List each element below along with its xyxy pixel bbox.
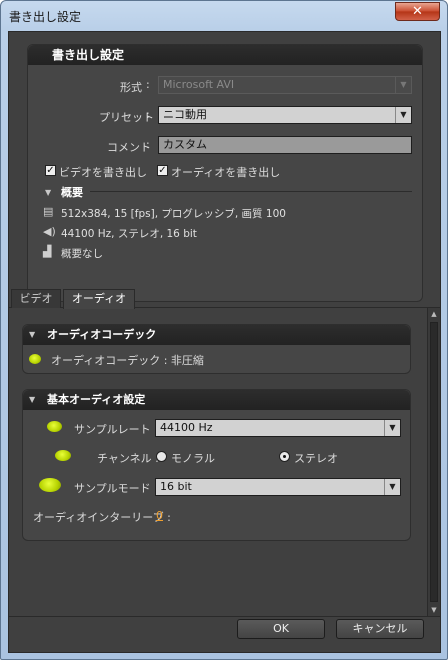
- sample-rate-label: サンプルレート :: [74, 423, 158, 436]
- export-audio-checkbox[interactable]: ✓: [157, 165, 168, 176]
- audio-codec-panel: ▼ オーディオコーデック オーディオコーデック : 非圧縮: [22, 324, 411, 374]
- export-video-label: ビデオを書き出し: [59, 166, 147, 179]
- channels-label: チャンネル :: [97, 452, 159, 465]
- export-settings-header: 書き出し設定: [28, 45, 422, 65]
- basic-audio-header: ▼ 基本オーディオ設定: [23, 390, 410, 410]
- mono-radio[interactable]: [156, 451, 167, 462]
- help-blob-icon: [29, 354, 41, 364]
- summary-divider: [90, 191, 412, 192]
- export-audio-label: オーディオを書き出し: [171, 166, 281, 179]
- close-button[interactable]: ✕: [395, 2, 440, 21]
- chart-bars-icon: ▟: [43, 245, 52, 258]
- comment-colon: :: [146, 138, 150, 151]
- stereo-radio[interactable]: [279, 451, 290, 462]
- chevron-down-icon: ▼: [384, 420, 400, 436]
- scrollbar-thumb[interactable]: [430, 322, 438, 602]
- export-video-checkbox[interactable]: ✓: [45, 165, 56, 176]
- format-dropdown[interactable]: Microsoft AVI ▼: [158, 76, 412, 94]
- dialog-client-area: 書き出し設定 形式 : Microsoft AVI ▼ プリセット : ニコ動用…: [8, 31, 441, 653]
- comment-field[interactable]: カスタム: [158, 136, 412, 154]
- tab-video[interactable]: ビデオ: [11, 289, 61, 308]
- audio-codec-header: ▼ オーディオコーデック: [23, 325, 410, 345]
- chevron-down-icon: ▼: [384, 479, 400, 495]
- summary-none-text: 概要なし: [61, 248, 103, 260]
- help-blob-icon: [47, 421, 62, 432]
- summary-audio-text: 44100 Hz, ステレオ, 16 bit: [61, 228, 197, 240]
- comment-label: コメント: [107, 141, 151, 154]
- basic-audio-title: 基本オーディオ設定: [47, 393, 146, 406]
- summary-collapse-icon[interactable]: ▼: [45, 188, 51, 197]
- mono-label: モノラル: [171, 452, 215, 465]
- tab-audio[interactable]: オーディオ: [63, 289, 135, 309]
- format-colon: :: [146, 78, 150, 91]
- export-settings-panel: 書き出し設定 形式 : Microsoft AVI ▼ プリセット : ニコ動用…: [27, 44, 423, 302]
- summary-title: 概要: [61, 186, 83, 199]
- tab-bar: ビデオ オーディオ: [9, 286, 440, 309]
- scroll-down-icon[interactable]: ▼: [428, 604, 440, 616]
- sample-rate-value: 44100 Hz: [160, 421, 213, 434]
- stereo-label: ステレオ: [294, 452, 338, 465]
- preset-value: ニコ動用: [163, 108, 207, 121]
- sample-rate-dropdown[interactable]: 44100 Hz ▼: [155, 419, 401, 437]
- help-blob-icon: [39, 478, 61, 492]
- ok-button[interactable]: OK: [237, 619, 325, 639]
- preset-colon: :: [146, 108, 150, 121]
- audio-codec-title: オーディオコーデック: [47, 328, 157, 341]
- cancel-button[interactable]: キャンセル: [336, 619, 424, 639]
- summary-video-text: 512x384, 15 [fps], プログレッシブ, 画質 100: [61, 208, 286, 220]
- footer-divider: [9, 616, 440, 617]
- sample-mode-dropdown[interactable]: 16 bit ▼: [155, 478, 401, 496]
- dialog-window: 書き出し設定 ✕ 書き出し設定 形式 : Microsoft AVI ▼ プリセ…: [0, 0, 448, 660]
- collapse-icon[interactable]: ▼: [29, 325, 35, 345]
- chevron-down-icon: ▼: [395, 77, 411, 93]
- interleave-value[interactable]: 0: [156, 509, 163, 522]
- speaker-icon: ◀): [43, 225, 56, 238]
- scroll-up-icon[interactable]: ▲: [428, 308, 440, 320]
- vertical-scrollbar[interactable]: ▲ ▼: [427, 308, 440, 616]
- basic-audio-panel: ▼ 基本オーディオ設定 サンプルレート : 44100 Hz ▼ チャンネル :…: [22, 389, 411, 541]
- sample-mode-value: 16 bit: [160, 480, 192, 493]
- preset-dropdown[interactable]: ニコ動用 ▼: [158, 106, 412, 124]
- format-value: Microsoft AVI: [163, 78, 235, 91]
- chevron-down-icon: ▼: [395, 107, 411, 123]
- audio-codec-text: オーディオコーデック : 非圧縮: [51, 354, 204, 367]
- help-blob-icon: [55, 450, 71, 461]
- collapse-icon[interactable]: ▼: [29, 390, 35, 410]
- film-icon: ▤: [43, 205, 54, 218]
- title-bar[interactable]: 書き出し設定 ✕: [1, 1, 447, 31]
- audio-settings-area: ▼ オーディオコーデック オーディオコーデック : 非圧縮 ▼ 基本オーディオ設…: [22, 316, 414, 616]
- sample-mode-label: サンプルモード :: [74, 482, 158, 495]
- format-label: 形式: [120, 81, 142, 94]
- interleave-label: オーディオインターリーブ :: [33, 511, 171, 524]
- window-title: 書き出し設定: [9, 10, 82, 24]
